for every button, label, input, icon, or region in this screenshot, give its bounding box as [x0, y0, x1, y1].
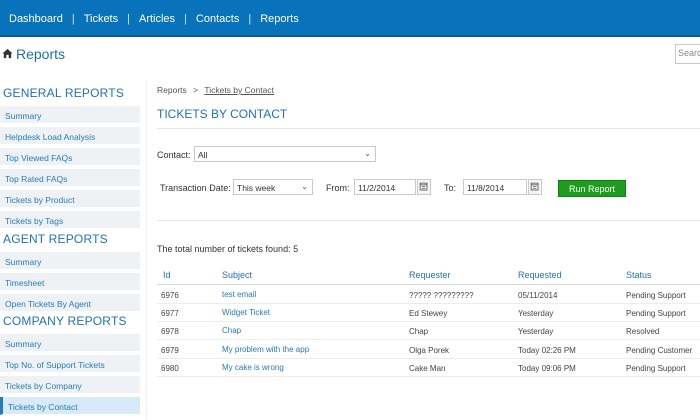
cell-requested: Today 09:06 PM: [518, 364, 576, 373]
calendar-icon: [419, 182, 428, 191]
column-header-status[interactable]: Status: [626, 270, 652, 280]
sidebar-divider: [146, 80, 147, 420]
cell-subject-link[interactable]: test email: [222, 290, 256, 299]
cell-subject-link[interactable]: My cake is wrong: [222, 363, 284, 372]
row-divider: [157, 358, 700, 359]
home-icon: [2, 48, 13, 59]
from-label: From:: [326, 183, 350, 193]
to-label: To:: [444, 183, 457, 193]
calendar-icon: [530, 182, 539, 191]
breadcrumb-separator: >: [193, 85, 199, 95]
divider: [157, 128, 700, 129]
nav-separator: |: [71, 12, 75, 25]
contact-label: Contact:: [157, 150, 191, 160]
sidebar-heading-agent: AGENT REPORTS: [3, 232, 108, 246]
cell-requester: Cake Man: [409, 364, 446, 373]
to-calendar-button[interactable]: [528, 179, 542, 195]
top-nav-bar: Dashboard | Tickets | Articles | Contact…: [0, 0, 700, 37]
cell-status: Pending Support: [626, 291, 686, 300]
title-bar: [0, 37, 700, 75]
column-header-subject[interactable]: Subject: [222, 270, 252, 280]
nav-separator: |: [127, 12, 130, 25]
from-calendar-button[interactable]: [417, 179, 431, 195]
sidebar-item-timesheet[interactable]: Timesheet: [0, 273, 140, 291]
sidebar-item-tickets-by-contact[interactable]: Tickets by Contact: [0, 397, 140, 415]
column-header-requested[interactable]: Requested: [518, 270, 562, 280]
row-divider: [157, 321, 700, 322]
cell-status: Resolved: [626, 327, 660, 336]
cell-requester: Ed Stewey: [409, 309, 448, 318]
transaction-date-label: Transaction Date:: [160, 183, 231, 193]
breadcrumb: Reports > Tickets by Contact: [157, 85, 274, 95]
divider: [157, 220, 700, 221]
to-date-input[interactable]: 11/8/2014: [463, 179, 527, 195]
chevron-down-icon: ⌄: [301, 182, 308, 191]
cell-id: 6976: [161, 291, 179, 300]
transaction-date-value: This week: [237, 183, 276, 193]
nav-tickets[interactable]: Tickets: [84, 13, 118, 25]
search-input[interactable]: Search: [675, 44, 700, 64]
section-title: TICKETS BY CONTACT: [157, 107, 288, 121]
sidebar-item-top-no-support-tickets[interactable]: Top No. of Support Tickets: [0, 355, 140, 373]
cell-subject-link[interactable]: My problem with the app: [222, 345, 309, 354]
transaction-date-select[interactable]: This week ⌄: [233, 179, 313, 195]
cell-requested: Yesterday: [518, 309, 554, 318]
sidebar-item-general-summary[interactable]: Summary: [0, 106, 140, 124]
cell-status: Pending Customer: [626, 346, 693, 355]
cell-requester: Olga Porek: [409, 346, 450, 355]
cell-subject-link[interactable]: Chap: [222, 326, 241, 335]
from-date-input[interactable]: 11/2/2014: [354, 179, 416, 195]
row-divider: [157, 303, 700, 304]
column-header-id[interactable]: Id: [163, 270, 171, 280]
sidebar-item-top-rated-faqs[interactable]: Top Rated FAQs: [0, 169, 140, 187]
nav-reports[interactable]: Reports: [260, 13, 299, 25]
nav-contacts[interactable]: Contacts: [196, 13, 239, 25]
cell-subject-link[interactable]: Widget Ticket: [222, 308, 270, 317]
nav-articles[interactable]: Articles: [139, 13, 175, 25]
sidebar-item-top-viewed-faqs[interactable]: Top Viewed FAQs: [0, 148, 140, 166]
cell-status: Pending Support: [626, 364, 686, 373]
cell-id: 6979: [161, 346, 179, 355]
nav-separator: |: [248, 12, 252, 25]
top-nav: Dashboard | Tickets | Articles | Contact…: [9, 0, 299, 37]
sidebar-item-open-tickets-by-agent[interactable]: Open Tickets By Agent: [0, 294, 140, 312]
sidebar-item-agent-summary[interactable]: Summary: [0, 252, 140, 270]
breadcrumb-root[interactable]: Reports: [157, 85, 187, 95]
cell-requested: 05/11/2014: [518, 291, 558, 300]
contact-select[interactable]: All ⌄: [194, 146, 376, 162]
page-title: Reports: [16, 46, 66, 62]
table-header-divider: [157, 284, 700, 285]
cell-id: 6980: [161, 364, 179, 373]
cell-requester: Chap: [409, 327, 429, 336]
sidebar-item-tickets-by-tags[interactable]: Tickets by Tags: [0, 211, 140, 229]
cell-requested: Yesterday: [518, 327, 554, 336]
column-header-requester[interactable]: Requester: [409, 270, 451, 280]
run-report-button[interactable]: Run Report: [558, 180, 626, 197]
cell-status: Pending Support: [626, 309, 686, 318]
sidebar-item-tickets-by-company[interactable]: Tickets by Company: [0, 376, 140, 394]
nav-separator: |: [184, 12, 187, 25]
sidebar-item-company-summary[interactable]: Summary: [0, 334, 140, 352]
cell-id: 6977: [161, 309, 179, 318]
breadcrumb-current[interactable]: Tickets by Contact: [204, 85, 274, 95]
row-divider: [157, 339, 700, 340]
sidebar-heading-company: COMPANY REPORTS: [3, 314, 127, 328]
cell-id: 6978: [161, 327, 179, 336]
sidebar-item-tickets-by-product[interactable]: Tickets by Product: [0, 190, 140, 208]
nav-dashboard[interactable]: Dashboard: [9, 13, 63, 25]
row-divider: [157, 376, 700, 377]
sidebar-item-helpdesk-load-analysis[interactable]: Helpdesk Load Analysis: [0, 127, 140, 145]
contact-select-value: All: [198, 150, 208, 160]
cell-requested: Today 02:26 PM: [518, 346, 576, 355]
chevron-down-icon: ⌄: [364, 149, 371, 158]
cell-requester: ????? ?????????: [409, 291, 474, 300]
total-tickets-text: The total number of tickets found: 5: [157, 244, 299, 254]
sidebar-heading-general: GENERAL REPORTS: [3, 86, 125, 100]
